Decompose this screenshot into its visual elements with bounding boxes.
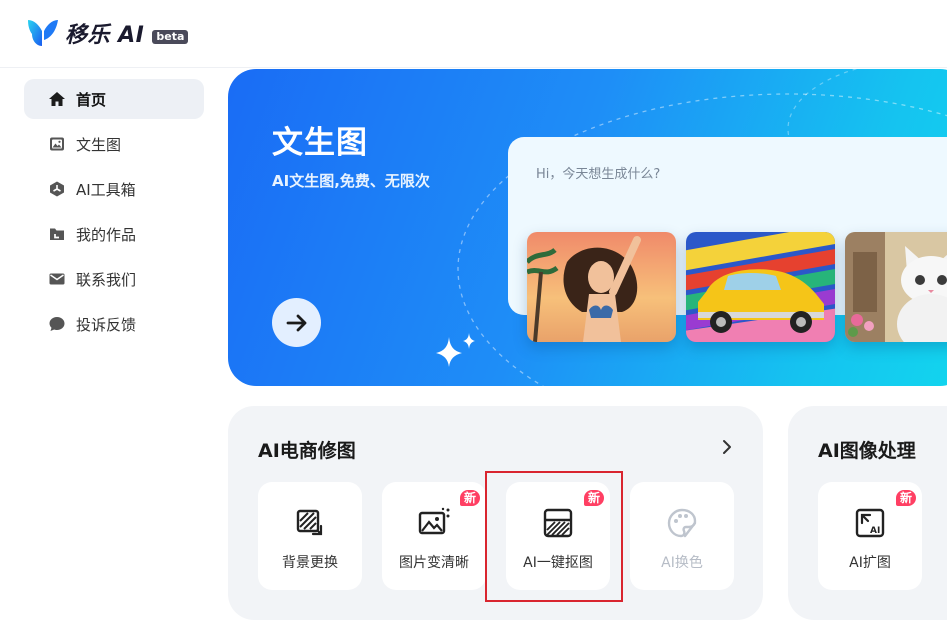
sidebar-item-text-to-image[interactable]: 文生图: [24, 124, 204, 164]
hero-subtitle: AI文生图,免费、无限次: [272, 172, 430, 190]
cutout-icon: [543, 508, 573, 538]
image-icon: [50, 137, 64, 151]
sidebar-nav: 首页 文生图 AI工具箱 我的作品 联系我们 投诉反馈: [24, 79, 204, 349]
yellow-car-thumbnail[interactable]: [686, 232, 835, 342]
tool-ai-cutout[interactable]: 新 AI一键抠图: [506, 482, 610, 590]
tool-ai-expand[interactable]: AI 新 AI扩图: [818, 482, 922, 590]
hero-banner[interactable]: 文生图 AI文生图,免费、无限次 Hi，今天想生成什么?: [228, 69, 947, 386]
sidebar-item-contact[interactable]: 联系我们: [24, 259, 204, 299]
image-processing-card-title: AI图像处理: [818, 440, 916, 462]
sidebar-item-label: 联系我们: [76, 270, 137, 289]
sidebar-item-label: 首页: [76, 90, 107, 109]
logo-mark-icon: [28, 20, 58, 46]
tool-label: AI扩图: [849, 555, 891, 571]
image-processing-card: AI图像处理 AI 新 AI扩图: [788, 406, 947, 620]
ecommerce-retouch-card: AI电商修图 背景更换 新 图片变清晰 新 AI一键抠图 AI换色: [228, 406, 763, 620]
tool-background-replace[interactable]: 背景更换: [258, 482, 362, 590]
tool-label: 图片变清晰: [399, 555, 469, 571]
sidebar-item-label: 投诉反馈: [76, 315, 137, 334]
sidebar-item-toolbox[interactable]: AI工具箱: [24, 169, 204, 209]
folder-icon: [50, 228, 64, 240]
new-badge: 新: [895, 490, 916, 506]
palette-icon: [667, 508, 697, 538]
woman-on-beach-thumbnail[interactable]: [527, 232, 676, 342]
new-badge: 新: [459, 490, 480, 506]
sidebar-item-label: 文生图: [76, 135, 122, 154]
yellow-car-image: [686, 232, 835, 342]
tool-image-enhance[interactable]: 新 图片变清晰: [382, 482, 486, 590]
white-cat-thumbnail[interactable]: [845, 232, 947, 342]
tool-label: AI一键抠图: [523, 555, 593, 571]
prompt-placeholder: Hi，今天想生成什么?: [536, 167, 661, 182]
sidebar-item-label: 我的作品: [76, 225, 137, 244]
woman-on-beach-image: [527, 232, 676, 342]
chat-bubble-icon: [49, 317, 65, 331]
arrow-right-icon: [286, 314, 306, 331]
hero-title: 文生图: [272, 125, 368, 161]
home-icon: [49, 92, 65, 106]
tool-ai-recolor[interactable]: AI换色: [630, 482, 734, 590]
mail-icon: [49, 273, 65, 285]
top-header: 移乐 AI beta: [0, 0, 947, 68]
sidebar-item-my-works[interactable]: 我的作品: [24, 214, 204, 254]
toolbox-icon: [50, 181, 64, 197]
hero-start-button[interactable]: [272, 298, 321, 347]
ecommerce-card-title: AI电商修图: [258, 440, 356, 462]
new-badge: 新: [583, 490, 604, 506]
svg-text:AI: AI: [870, 526, 880, 536]
header-divider: [0, 67, 947, 68]
app-name: 移乐 AI: [65, 23, 145, 48]
sidebar-item-label: AI工具箱: [76, 180, 136, 199]
app-logo[interactable]: 移乐 AI beta: [26, 16, 189, 50]
white-cat-image: [845, 232, 947, 342]
chevron-right-icon[interactable]: [716, 436, 738, 458]
sidebar-item-feedback[interactable]: 投诉反馈: [24, 304, 204, 344]
tool-label: 背景更换: [282, 555, 338, 571]
expand-image-icon: AI: [855, 508, 885, 538]
sidebar-item-home[interactable]: 首页: [24, 79, 204, 119]
image-enhance-icon: [418, 507, 450, 535]
tool-label: AI换色: [661, 555, 703, 571]
beta-badge: beta: [152, 29, 189, 44]
background-replace-icon: [296, 509, 323, 536]
